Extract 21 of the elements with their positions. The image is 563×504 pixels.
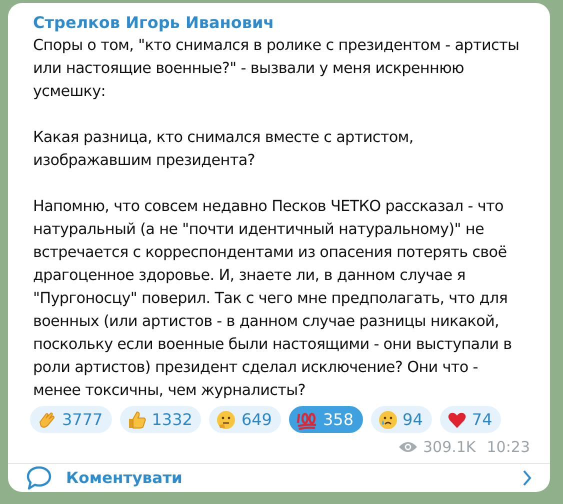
reaction-button[interactable]: 94: [370, 406, 432, 433]
reaction-button[interactable]: 3777: [30, 406, 112, 433]
thumbs-up-icon: [126, 410, 147, 430]
comment-label: Коментувати: [66, 469, 182, 487]
post-paragraph: Напомню, что совсем недавно Песков ЧЕТКО рассказал - что натуральный (а не "почти идентичный натуральному)" не встречается с корреспондентами из опасения потерять своё драгоценное здоровье. И, знаете ли, в данном случае я "Пургоносцу" поверил. Так с чего мне предполагать, что для военных (или артистов - в данном случае разницы никакой, поскольку если военные были настоящими - они выступали в роли артистов) президент сделал исключение? Они что - менее токсичны, чем журналисты?: [33, 196, 513, 401]
post-paragraph: Какая разница, кто снимался вместе с артистом, изображавшим президента?: [33, 127, 414, 171]
post-time: 10:23: [486, 438, 530, 456]
comment-bar[interactable]: Коментувати: [8, 464, 550, 492]
eye-icon: [398, 440, 418, 454]
clapping-hands-icon: [37, 410, 57, 430]
view-count: 309.1K: [422, 438, 476, 456]
reaction-button[interactable]: 74: [440, 406, 502, 433]
reaction-button[interactable]: 358: [288, 406, 363, 433]
channel-name[interactable]: Стрелков Игорь Иванович: [33, 13, 274, 32]
post-paragraph: Споры о том, "кто снимался в ролике с президентом - артисты или настоящие военные?" - вызвали у меня искреннюю усмешку:: [33, 35, 520, 102]
crying-face-icon: [378, 410, 398, 430]
reaction-button[interactable]: 649: [209, 406, 281, 433]
speech-bubble-icon: [26, 465, 52, 491]
chevron-right-icon: [522, 469, 532, 487]
thinking-face-icon: [216, 410, 236, 430]
reaction-button[interactable]: 1332: [120, 406, 202, 433]
